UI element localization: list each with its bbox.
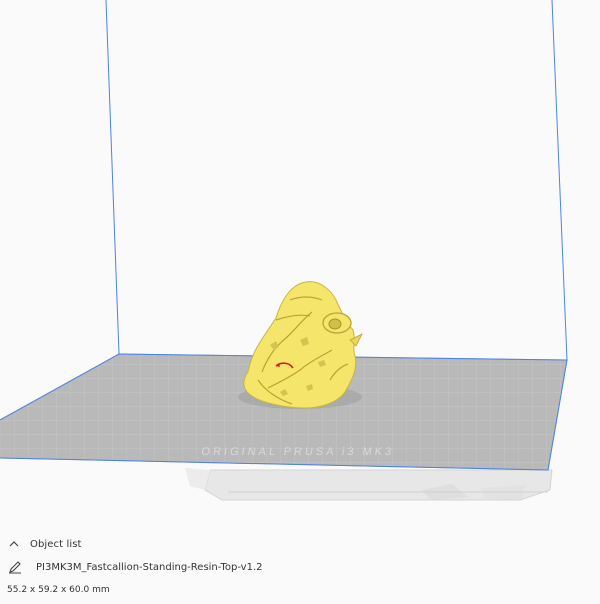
3d-viewport[interactable]: ORIGINAL PRUSA i3 MK3 [0, 0, 600, 604]
chevron-up-icon[interactable] [8, 538, 20, 550]
pencil-icon[interactable] [8, 560, 22, 574]
build-plate-logo: ORIGINAL PRUSA i3 MK3 [201, 446, 395, 458]
model-object[interactable] [238, 281, 363, 409]
object-list-item[interactable]: PI3MK3M_Fastcallion-Standing-Resin-Top-v… [8, 558, 263, 576]
object-list-header[interactable]: Object list [8, 536, 82, 552]
object-name: PI3MK3M_Fastcallion-Standing-Resin-Top-v… [36, 561, 263, 573]
viewport-canvas[interactable]: ORIGINAL PRUSA i3 MK3 [0, 0, 600, 604]
printer-base [185, 468, 553, 501]
app-window: ORIGINAL PRUSA i3 MK3 Object list PI3MK3… [0, 0, 600, 604]
object-list-panel: Object list PI3MK3M_Fastcallion-Standing… [0, 530, 600, 604]
object-list-title: Object list [30, 538, 82, 550]
object-dimensions: 55.2 x 59.2 x 60.0 mm [7, 585, 110, 595]
